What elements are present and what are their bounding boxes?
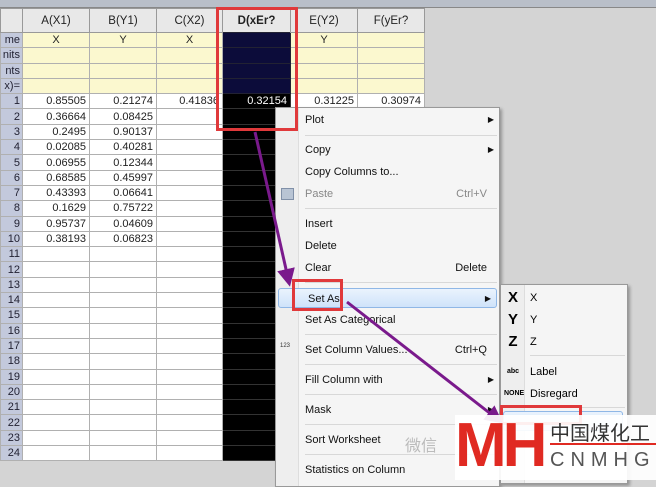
arrow-2 [346,300,504,424]
arrow-1 [253,131,295,287]
logo-mh: MH [455,411,547,480]
wechat-watermark: 微信 [405,438,438,455]
logo-english: CNMHG [550,449,656,471]
watermark-logo: MH 中国煤化工 CNMHG [455,415,656,480]
logo-chinese: 中国煤化工 [550,423,650,445]
logo-divider [550,443,656,445]
annotation-arrows [253,131,504,424]
